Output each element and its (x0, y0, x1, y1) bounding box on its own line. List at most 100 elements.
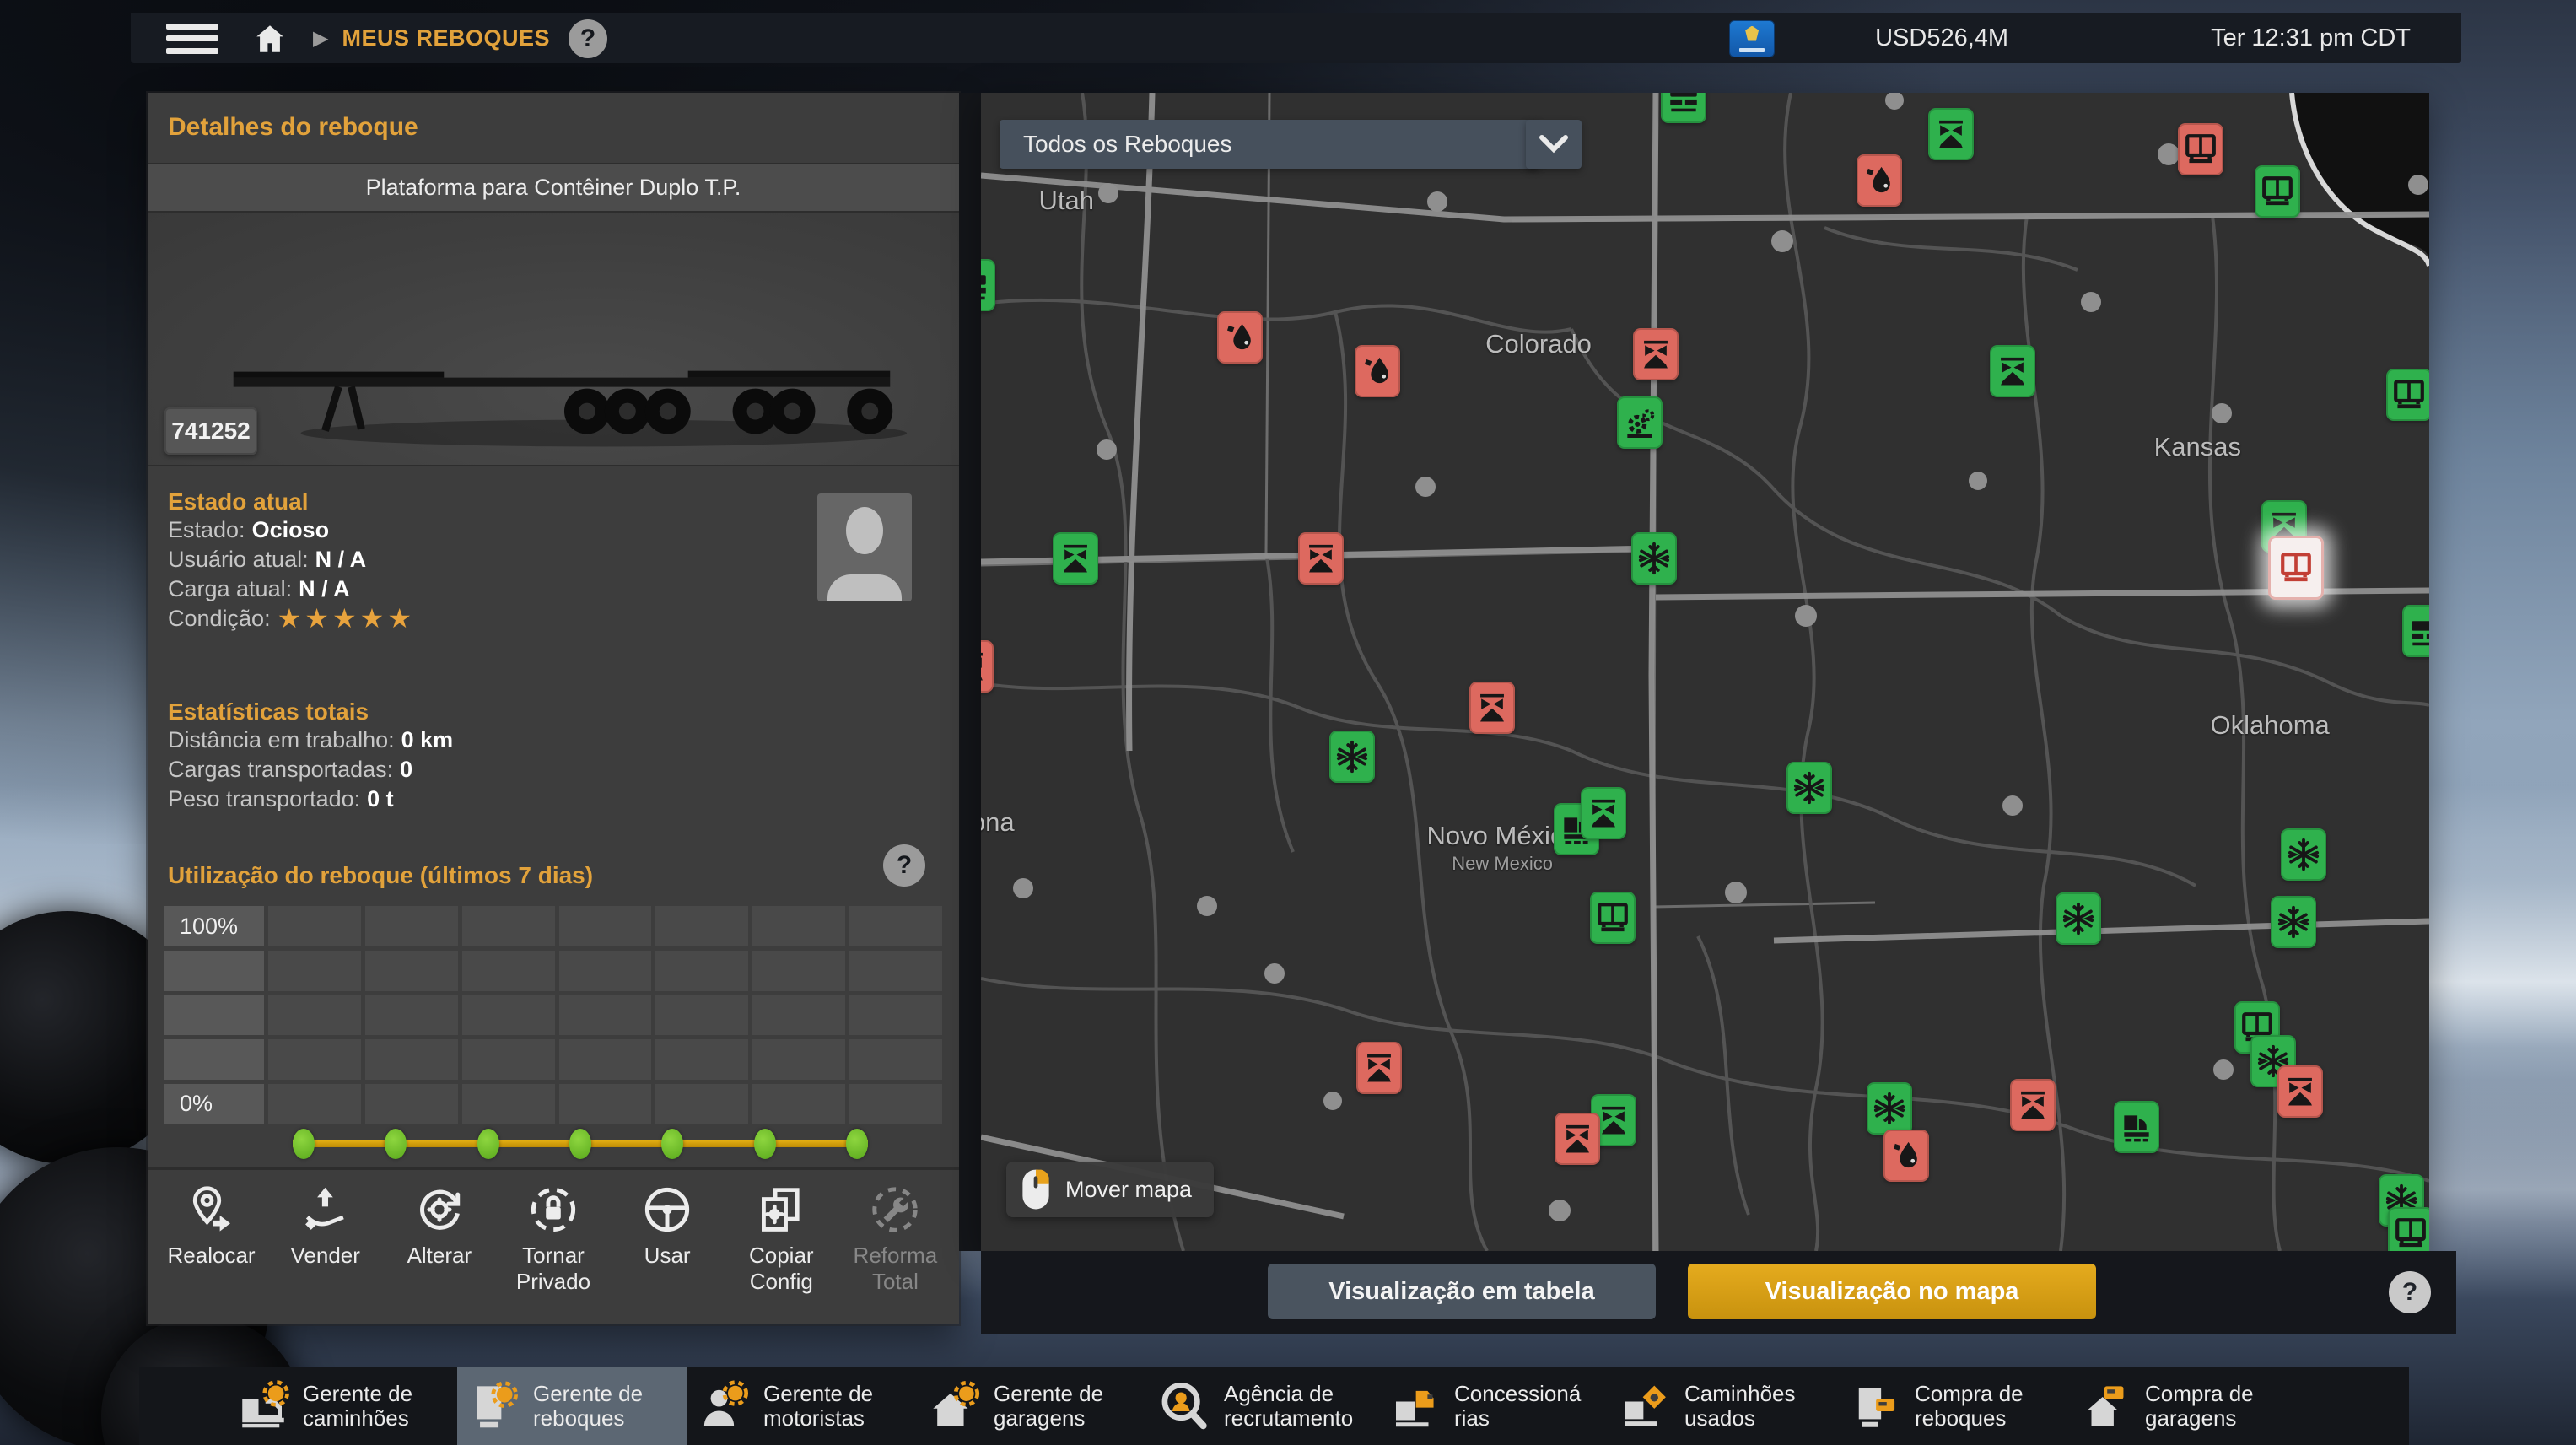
chart-point (293, 1129, 315, 1159)
trailer-marker-reefer[interactable] (1631, 532, 1677, 585)
chart-cell (462, 995, 555, 1036)
trailer-marker-machinery[interactable] (1617, 396, 1663, 449)
chart-cell (849, 951, 942, 991)
trailer-marker-hopper[interactable] (1053, 532, 1098, 585)
trailer-marker-reefer[interactable] (1786, 762, 1832, 814)
vender-icon (298, 1182, 353, 1237)
usar-icon (639, 1182, 695, 1237)
trailer-marker-lowboy[interactable] (2114, 1101, 2159, 1153)
action-copiar-button[interactable]: Copiar Config (725, 1182, 838, 1295)
trailer-marker-tanker[interactable] (1857, 154, 1902, 207)
chart-cell (365, 1039, 458, 1080)
trailer-marker-hopper[interactable] (1928, 108, 1974, 160)
chart-cell (752, 906, 845, 946)
trailer-marker-dryvan[interactable] (1590, 892, 1636, 944)
money-balance: USD526,4M (1875, 24, 2008, 52)
chart-cell (268, 1039, 361, 1080)
trailer-marker-reefer[interactable] (1329, 731, 1375, 783)
trailer-marker-dryvan-selected[interactable] (2268, 536, 2324, 600)
map-state-label: Utah (1039, 186, 1094, 216)
action-vender-button[interactable]: Vender (268, 1182, 382, 1269)
chart-point (385, 1129, 407, 1159)
help-icon[interactable]: ? (883, 844, 925, 887)
trailer-marker-tanker[interactable] (1217, 311, 1263, 364)
chart-cell: 100% (164, 906, 264, 946)
home-icon[interactable] (251, 21, 289, 57)
map-state-label: Oklahoma (2210, 710, 2329, 741)
detail-row: Peso transportado:0 t (168, 785, 959, 814)
chart-cell (365, 1084, 458, 1124)
trailer-marker-hopper[interactable] (2277, 1065, 2323, 1118)
help-icon[interactable]: ? (569, 19, 607, 58)
trailer-marker-container[interactable] (981, 259, 995, 311)
help-icon[interactable]: ? (2389, 1271, 2431, 1313)
trailer-marker-hopper[interactable] (1555, 1113, 1600, 1165)
action-realocar-button[interactable]: Realocar (154, 1182, 268, 1269)
tab-label: Compra de garagens (2145, 1382, 2278, 1431)
trailer-marker-container[interactable] (1661, 93, 1706, 123)
chart-cell (462, 1084, 555, 1124)
table-view-button[interactable]: Visualização em tabela (1268, 1264, 1656, 1319)
chart-cell (559, 906, 652, 946)
chart-cell (655, 906, 748, 946)
tab-recruitment[interactable]: Agência de recrutamento (1148, 1367, 1378, 1445)
copiar-icon (753, 1182, 809, 1237)
chevron-right-icon: ▶ (313, 26, 328, 51)
usage-section: Utilização do reboque (últimos 7 dias) ? (148, 838, 959, 901)
trailer-marker-hopper[interactable] (1581, 787, 1626, 839)
chart-cell (752, 1039, 845, 1080)
tab-driver-manager[interactable]: Gerente de motoristas (687, 1367, 918, 1445)
chart-cell (559, 951, 652, 991)
chart-cell (268, 951, 361, 991)
state-flag-icon (1730, 21, 1774, 57)
chart-cell (164, 1039, 264, 1080)
tab-used-trucks[interactable]: Caminhões usados (1609, 1367, 1839, 1445)
tab-truck-manager[interactable]: Gerente de caminhões (227, 1367, 457, 1445)
chart-cell (849, 1039, 942, 1080)
trailer-filter-dropdown[interactable]: Todos os Reboques (1000, 120, 1539, 169)
trailer-marker-tanker[interactable] (1355, 345, 1400, 397)
chart-cell (849, 906, 942, 946)
tab-garage-manager[interactable]: Gerente de garagens (918, 1367, 1148, 1445)
action-label: Reforma Total (841, 1243, 949, 1295)
action-label: Copiar Config (727, 1243, 835, 1295)
chart-cell (655, 1084, 748, 1124)
truck-manager-icon (235, 1378, 291, 1434)
menu-icon[interactable] (166, 24, 218, 54)
chart-point (846, 1129, 868, 1159)
tab-buy-garages[interactable]: Compra de garagens (2069, 1367, 2299, 1445)
trailer-marker-container[interactable] (2402, 605, 2429, 657)
trailer-marker-hopper[interactable] (981, 640, 994, 693)
buy-trailers-icon (1847, 1378, 1903, 1434)
mouse-icon (1020, 1168, 1052, 1210)
trailer-map[interactable]: UtahColoradoKansasOklahomaNovo MéxicoNew… (981, 93, 2429, 1251)
trailer-marker-hopper[interactable] (1298, 532, 1344, 585)
trailer-marker-dryvan[interactable] (2255, 165, 2300, 218)
trailer-marker-hopper[interactable] (2010, 1079, 2056, 1131)
chart-cell (752, 1084, 845, 1124)
trailer-marker-reefer[interactable] (2271, 896, 2316, 948)
trailer-marker-reefer[interactable] (1867, 1082, 1912, 1135)
map-view-button[interactable]: Visualização no mapa (1688, 1264, 2096, 1319)
trailer-marker-hopper[interactable] (1633, 328, 1679, 380)
tab-dealers[interactable]: Concessionárias (1378, 1367, 1609, 1445)
trailer-marker-hopper[interactable] (1356, 1042, 1402, 1094)
trailer-marker-hopper[interactable] (1469, 682, 1515, 734)
trailer-marker-dryvan[interactable] (2388, 1207, 2429, 1251)
trailer-marker-hopper[interactable] (1990, 345, 2035, 397)
dropdown-chevron-icon[interactable] (1526, 120, 1582, 169)
chart-cell (462, 1039, 555, 1080)
trailer-marker-dryvan[interactable] (2386, 369, 2429, 421)
trailer-marker-reefer[interactable] (2281, 828, 2326, 881)
trailer-marker-tanker[interactable] (1883, 1130, 1929, 1182)
action-alterar-button[interactable]: Alterar (382, 1182, 496, 1269)
tab-trailer-manager[interactable]: Gerente de reboques (457, 1367, 687, 1445)
map-state-label: ona (981, 807, 1015, 838)
garage-manager-icon (926, 1378, 982, 1434)
action-usar-button[interactable]: Usar (611, 1182, 725, 1269)
tab-buy-trailers[interactable]: Compra de reboques (1839, 1367, 2069, 1445)
trailer-marker-reefer[interactable] (2056, 892, 2101, 945)
chart-cell (268, 1084, 361, 1124)
action-privado-button[interactable]: Tornar Privado (496, 1182, 610, 1295)
trailer-marker-dryvan[interactable] (2178, 123, 2223, 175)
